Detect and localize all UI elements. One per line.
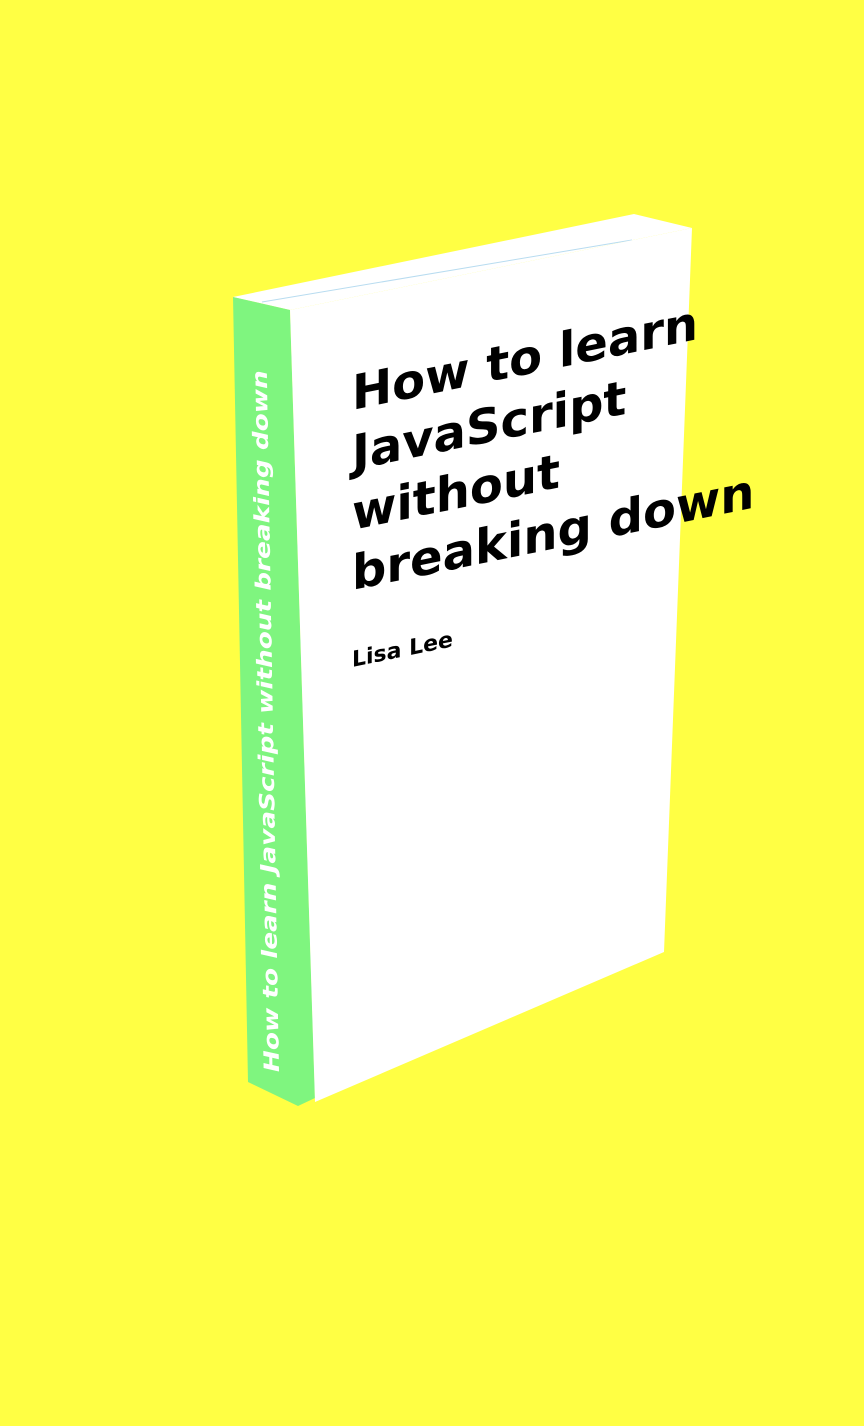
book-mockup-scene: How to learn JavaScript without breaking… (0, 0, 864, 1426)
book-mockup-canvas: How to learn JavaScript without breaking… (0, 0, 864, 1426)
